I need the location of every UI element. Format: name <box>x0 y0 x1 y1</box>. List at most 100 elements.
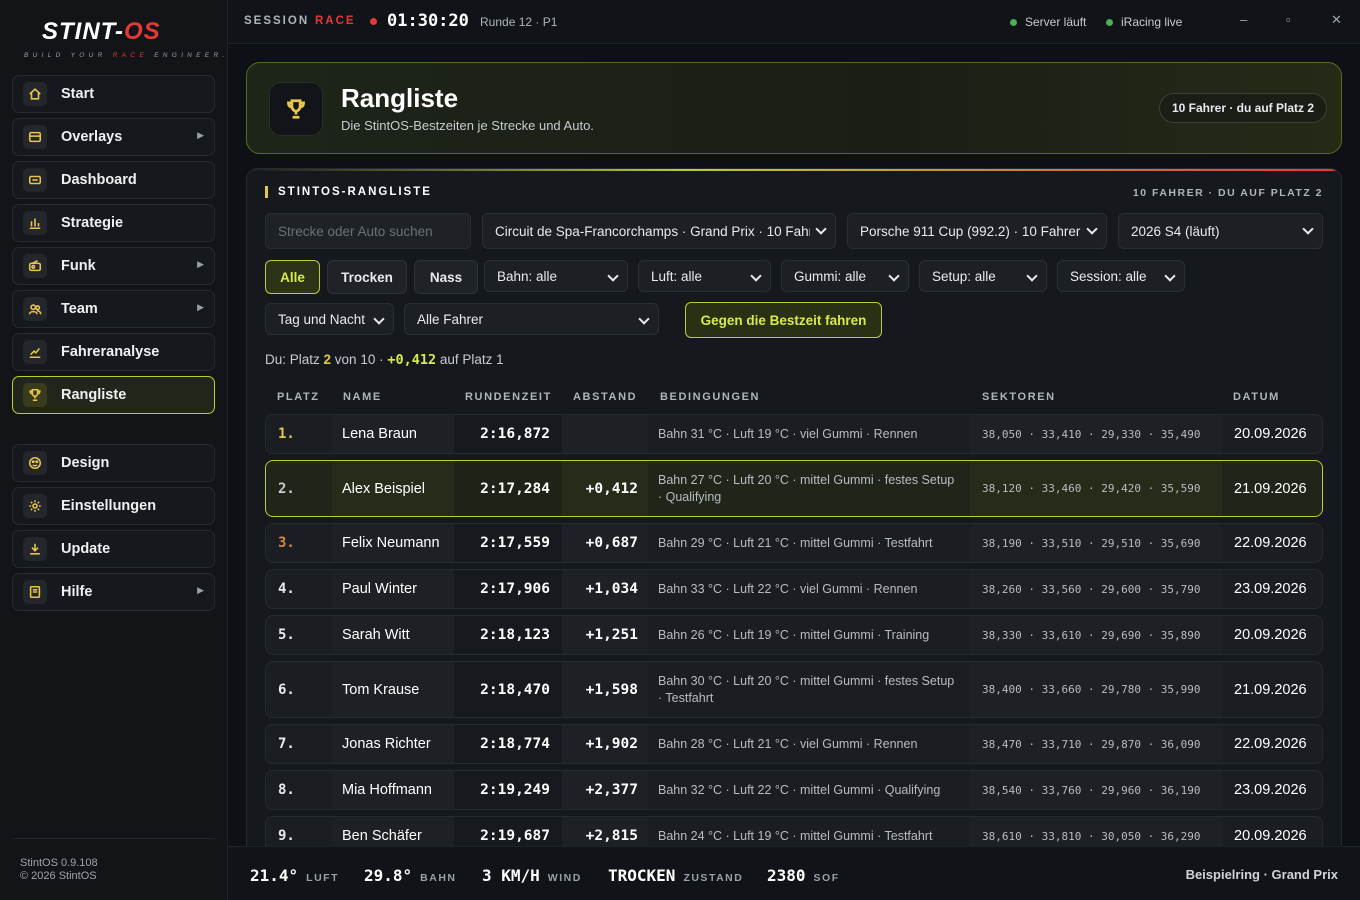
filter-setup[interactable]: Setup: alle <box>919 260 1047 292</box>
sidebar-item-dashboard[interactable]: Dashboard <box>12 161 215 199</box>
table-row[interactable]: 3. Felix Neumann 2:17,559 +0,687 Bahn 29… <box>265 523 1323 563</box>
book-icon <box>23 580 47 604</box>
sidebar-item-fahreranalyse[interactable]: Fahreranalyse <box>12 333 215 371</box>
summary-text: von 10 · <box>331 352 388 367</box>
row-conditions: Bahn 30 °C · Luft 20 °C · mittel Gummi ·… <box>648 662 970 717</box>
search-input[interactable]: Strecke oder Auto suchen <box>265 213 471 249</box>
filter-chip-nass[interactable]: Nass <box>414 260 478 294</box>
row-date: 22.09.2026 <box>1234 736 1307 752</box>
row-gap <box>562 415 648 453</box>
sidebar-item-strategie[interactable]: Strategie <box>12 204 215 242</box>
sidebar-item-team[interactable]: Team ▶ <box>12 290 215 328</box>
row-sectors: 38,540 · 33,760 · 29,960 · 36,190 <box>970 771 1222 809</box>
team-icon <box>23 297 47 321</box>
main-content: Rangliste Die StintOS-Bestzeiten je Stre… <box>228 44 1360 846</box>
sof-value: 2380 <box>767 866 806 885</box>
server-status-label: Server läuft <box>1025 15 1087 29</box>
logo-tagline: BUILD YOUR RACE ENGINEER. <box>24 52 229 59</box>
table-row[interactable]: 9. Ben Schäfer 2:19,687 +2,815 Bahn 24 °… <box>265 816 1323 846</box>
copyright-label: © 2026 StintOS <box>20 870 97 882</box>
chevron-down-icon <box>373 313 385 325</box>
row-position: 8. <box>278 782 295 798</box>
row-gap: +1,034 <box>562 570 648 608</box>
row-gap: +1,251 <box>562 616 648 654</box>
driver-select[interactable]: Alle Fahrer <box>404 303 659 335</box>
chevron-down-icon <box>1302 223 1314 235</box>
overlay-icon <box>23 125 47 149</box>
car-select-value: Porsche 911 Cup (992.2) · 10 Fahrer <box>860 223 1081 239</box>
row-laptime: 2:19,249 <box>454 771 562 809</box>
filter-value: Luft: alle <box>651 268 703 284</box>
maximize-button[interactable]: ▫ <box>1286 12 1291 27</box>
table-row[interactable]: 4. Paul Winter 2:17,906 +1,034 Bahn 33 °… <box>265 569 1323 609</box>
sidebar-item-start[interactable]: Start <box>12 75 215 113</box>
page-title: Rangliste <box>341 83 459 113</box>
sidebar-item-design[interactable]: Design <box>12 444 215 482</box>
minimize-button[interactable]: – <box>1240 12 1247 27</box>
row-conditions: Bahn 33 °C · Luft 22 °C · viel Gummi · R… <box>648 570 970 608</box>
sidebar-item-label: Overlays <box>61 129 123 145</box>
filter-chip-trocken[interactable]: Trocken <box>327 260 407 294</box>
topbar: SESSION RACE 01:30:20 Runde 12 · P1 Serv… <box>228 0 1360 44</box>
row-gap: +2,377 <box>562 771 648 809</box>
panel-accent-bar <box>247 169 1341 171</box>
logo-wordmark: STINT-OS <box>42 18 161 45</box>
condition-value: TROCKEN <box>608 866 676 885</box>
filter-chip-alle[interactable]: Alle <box>265 260 320 294</box>
row-position: 6. <box>278 681 295 698</box>
palette-icon <box>23 451 47 475</box>
table-row[interactable]: 8. Mia Hoffmann 2:19,249 +2,377 Bahn 32 … <box>265 770 1323 810</box>
chevron-right-icon: ▶ <box>197 130 204 140</box>
sidebar-item-overlays[interactable]: Overlays ▶ <box>12 118 215 156</box>
row-date: 21.09.2026 <box>1234 681 1307 698</box>
sidebar-item-label: Team <box>61 301 98 317</box>
weather-condition: TROCKEN ZUSTAND <box>608 866 743 885</box>
chevron-down-icon <box>607 270 619 282</box>
status-dot-icon <box>1010 18 1017 26</box>
column-header-name: NAME <box>343 391 382 403</box>
daytime-select[interactable]: Tag und Nacht <box>265 303 394 335</box>
wind-label: WIND <box>547 872 582 884</box>
home-icon <box>23 82 47 106</box>
table-row[interactable]: 1. Lena Braun 2:16,872 Bahn 31 °C · Luft… <box>265 414 1323 454</box>
table-row[interactable]: 7. Jonas Richter 2:18,774 +1,902 Bahn 28… <box>265 724 1323 764</box>
row-position: 9. <box>278 828 295 844</box>
table-row[interactable]: 5. Sarah Witt 2:18,123 +1,251 Bahn 26 °C… <box>265 615 1323 655</box>
season-select[interactable]: 2026 S4 (läuft) <box>1118 213 1323 249</box>
air-temp-value: 21.4° <box>250 866 299 885</box>
car-select[interactable]: Porsche 911 Cup (992.2) · 10 Fahrer <box>847 213 1107 249</box>
filter-air-temp[interactable]: Luft: alle <box>638 260 771 292</box>
summary-text: auf Platz 1 <box>436 352 504 367</box>
row-sectors: 38,400 · 33,660 · 29,780 · 35,990 <box>970 662 1222 717</box>
trophy-icon <box>269 82 323 136</box>
filter-track-temp[interactable]: Bahn: alle <box>484 260 628 292</box>
sidebar-item-funk[interactable]: Funk ▶ <box>12 247 215 285</box>
row-laptime: 2:18,470 <box>454 662 562 717</box>
row-position: 2. <box>278 480 295 497</box>
sidebar-item-hilfe[interactable]: Hilfe ▶ <box>12 573 215 611</box>
table-row-current-user[interactable]: 2. Alex Beispiel 2:17,284 +0,412 Bahn 27… <box>265 460 1323 517</box>
filter-rubber[interactable]: Gummi: alle <box>781 260 909 292</box>
leaderboard-panel: STINTOS-RANGLISTE 10 FAHRER · DU AUF PLA… <box>246 168 1342 846</box>
trophy-icon <box>23 383 47 407</box>
sidebar-item-label: Strategie <box>61 215 124 231</box>
sidebar-item-einstellungen[interactable]: Einstellungen <box>12 487 215 525</box>
page-subtitle: Die StintOS-Bestzeiten je Strecke und Au… <box>341 118 594 133</box>
row-gap: +1,598 <box>562 662 648 717</box>
sim-status: iRacing live <box>1106 15 1182 29</box>
filter-session[interactable]: Session: alle <box>1057 260 1185 292</box>
track-select[interactable]: Circuit de Spa-Francorchamps · Grand Pri… <box>482 213 836 249</box>
column-header-rundenzeit: RUNDENZEIT <box>465 391 552 403</box>
sidebar-item-update[interactable]: Update <box>12 530 215 568</box>
row-name: Paul Winter <box>332 570 454 608</box>
chevron-down-icon <box>750 270 762 282</box>
close-button[interactable]: ✕ <box>1331 12 1342 28</box>
sidebar-item-rangliste[interactable]: Rangliste <box>12 376 215 414</box>
chevron-down-icon <box>638 313 650 325</box>
season-select-value: 2026 S4 (läuft) <box>1131 223 1220 239</box>
table-row[interactable]: 6. Tom Krause 2:18,470 +1,598 Bahn 30 °C… <box>265 661 1323 718</box>
sidebar-item-label: Fahreranalyse <box>61 344 160 360</box>
row-gap: +0,412 <box>562 461 648 516</box>
race-best-time-button[interactable]: Gegen die Bestzeit fahren <box>685 302 882 338</box>
row-gap: +0,687 <box>562 524 648 562</box>
